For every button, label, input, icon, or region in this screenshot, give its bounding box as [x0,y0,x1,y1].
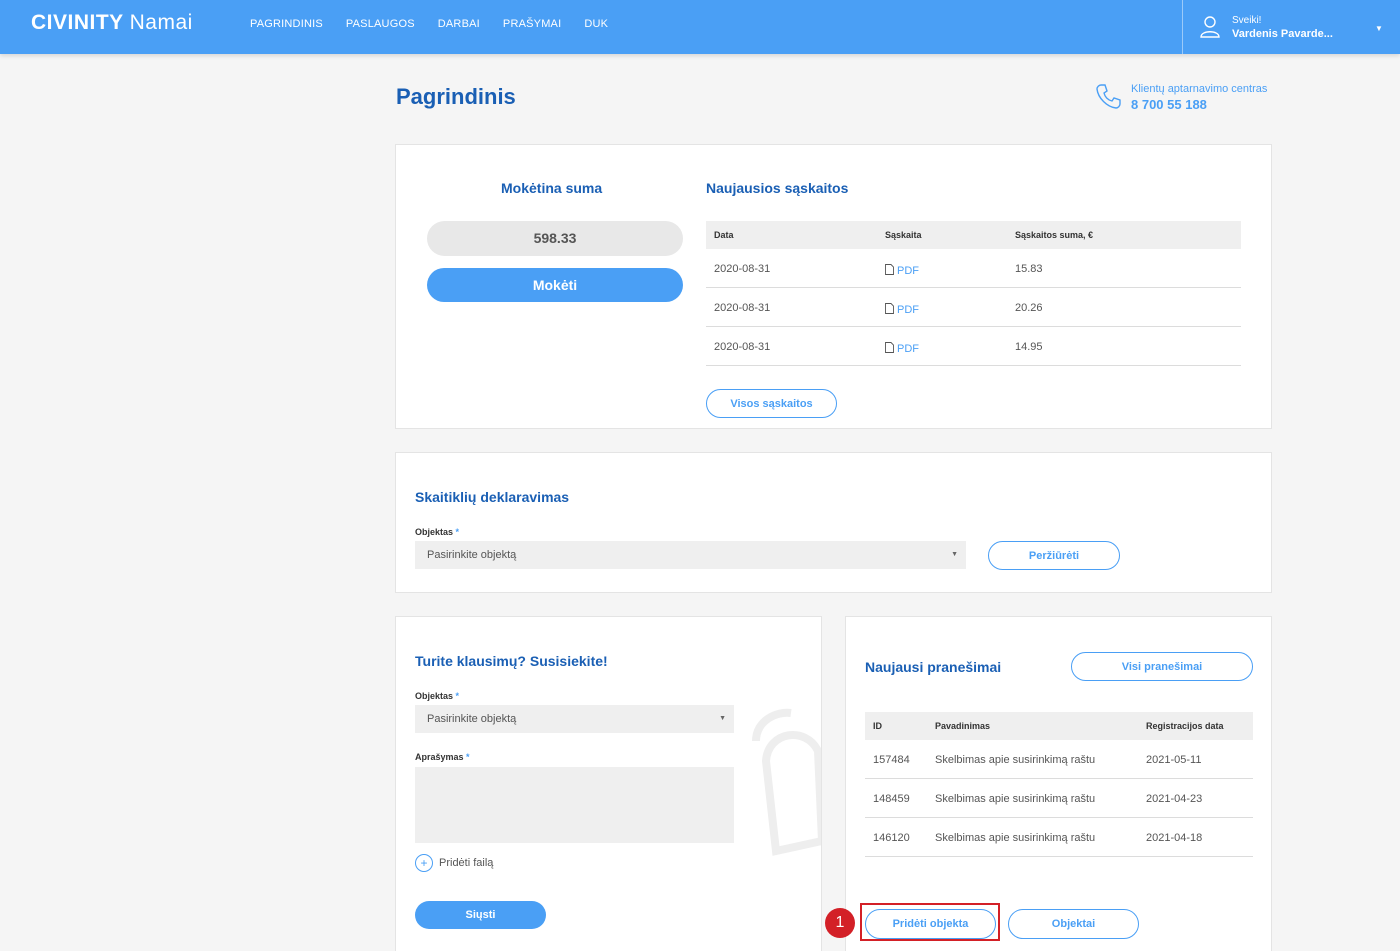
description-label: Aprašymas * [415,752,470,762]
pdf-link[interactable]: PDF [885,342,919,355]
messages-table-header: ID Pavadinimas Registracijos data [865,712,1253,740]
add-file-button[interactable]: + Pridėti failą [415,854,493,872]
logo-suffix: Namai [129,11,193,34]
messages-table: ID Pavadinimas Registracijos data 157484… [865,712,1253,857]
chevron-down-icon: ▼ [719,715,726,722]
nav-item-darbai[interactable]: DARBAI [438,18,480,30]
highlight-box [860,903,1000,941]
message-id: 148459 [873,793,910,805]
view-button[interactable]: Peržiūrėti [988,541,1120,570]
pdf-label: PDF [897,265,919,277]
column-header: Sąskaitos suma, € [1015,230,1094,240]
all-messages-button[interactable]: Visi pranešimai [1071,652,1253,681]
send-button[interactable]: Siųsti [415,901,546,929]
invoices-table-header: Data Sąskaita Sąskaitos suma, € [706,221,1241,249]
object-select[interactable]: Pasirinkite objektą ▼ [415,705,734,733]
pdf-file-icon [885,264,894,275]
nav-item-duk[interactable]: DUK [584,18,608,30]
select-value: Pasirinkite objektą [427,713,517,725]
chevron-down-icon: ▼ [951,551,958,558]
contact-form-title: Turite klausimų? Susisiekite! [415,653,608,669]
top-navigation-bar: CIVINITY Namai PAGRINDINIS PASLAUGOS DAR… [0,0,1400,54]
user-menu[interactable]: Sveiki! Vardenis Pavarde... ▼ [1182,0,1400,54]
object-label: Objektas * [415,527,460,537]
message-id: 157484 [873,754,910,766]
payment-invoices-card: Mokėtina suma 598.33 Mokėti Naujausios s… [395,144,1272,429]
logo-main: CIVINITY [31,11,124,34]
message-date: 2021-05-11 [1146,754,1202,766]
object-select[interactable]: Pasirinkite objektą ▼ [415,541,966,569]
pay-button[interactable]: Mokėti [427,268,683,302]
pdf-link[interactable]: PDF [885,264,919,277]
table-row: 2020-08-31 PDF 14.95 [706,327,1241,366]
pdf-file-icon [885,303,894,314]
invoice-amount: 20.26 [1015,302,1043,314]
pdf-file-icon [885,342,894,353]
contact-form-card: Turite klausimų? Susisiekite! Objektas *… [395,616,822,951]
contact-phone[interactable]: 8 700 55 188 [1131,97,1207,112]
message-date: 2021-04-18 [1146,832,1203,844]
nav-item-paslaugos[interactable]: PASLAUGOS [346,18,415,30]
column-header: Sąskaita [885,230,922,240]
meters-title: Skaitiklių deklaravimas [415,489,570,505]
table-row: 2020-08-31 PDF 20.26 [706,288,1241,327]
messages-card: Naujausi pranešimai Visi pranešimai ID P… [845,616,1272,951]
logo[interactable]: CIVINITY Namai [31,11,193,35]
table-row[interactable]: 146120 Skelbimas apie susirinkimą raštu … [865,818,1253,857]
messages-title: Naujausi pranešimai [865,659,1002,675]
bell-icon [752,708,821,856]
select-value: Pasirinkite objektą [427,549,517,561]
invoices-table: Data Sąskaita Sąskaitos suma, € 2020-08-… [706,221,1241,366]
objects-button[interactable]: Objektai [1008,909,1139,939]
meter-declaration-card: Skaitiklių deklaravimas Objektas * Pasir… [395,452,1272,593]
main-nav: PAGRINDINIS PASLAUGOS DARBAI PRAŠYMAI DU… [250,18,631,30]
amount-due: 598.33 [427,221,683,256]
invoice-date: 2020-08-31 [714,263,771,275]
invoice-amount: 15.83 [1015,263,1043,275]
invoices-title: Naujausios sąskaitos [706,180,849,196]
user-icon [1200,16,1220,38]
invoice-amount: 14.95 [1015,341,1043,353]
table-row: 2020-08-31 PDF 15.83 [706,249,1241,288]
column-header: Registracijos data [1146,721,1224,731]
add-file-label: Pridėti failą [439,856,494,869]
table-row[interactable]: 157484 Skelbimas apie susirinkimą raštu … [865,740,1253,779]
user-name: Vardenis Pavarde... [1232,28,1333,40]
user-greeting: Sveiki! [1232,15,1262,26]
all-invoices-button[interactable]: Visos sąskaitos [706,389,837,418]
message-name: Skelbimas apie susirinkimą raštu [935,754,1096,766]
nav-item-prasymai[interactable]: PRAŠYMAI [503,18,561,30]
pdf-label: PDF [897,304,919,316]
plus-icon: + [415,854,433,872]
nav-item-pagrindinis[interactable]: PAGRINDINIS [250,18,323,30]
phone-icon [1096,84,1121,109]
column-header: Data [714,230,734,240]
payment-title: Mokėtina suma [501,180,603,196]
chevron-down-icon[interactable]: ▼ [1375,24,1383,33]
table-row[interactable]: 148459 Skelbimas apie susirinkimą raštu … [865,779,1253,818]
pdf-label: PDF [897,343,919,355]
pdf-link[interactable]: PDF [885,303,919,316]
invoice-date: 2020-08-31 [714,302,771,314]
step-badge: 1 [825,908,855,938]
contact-center-label: Klientų aptarnavimo centras [1131,83,1268,95]
object-label: Objektas * [415,691,460,701]
column-header: Pavadinimas [935,721,991,731]
message-name: Skelbimas apie susirinkimą raštu [935,832,1096,844]
column-header: ID [873,721,882,731]
page-title: Pagrindinis [396,84,516,109]
message-name: Skelbimas apie susirinkimą raštu [935,793,1096,805]
message-id: 146120 [873,832,910,844]
invoice-date: 2020-08-31 [714,341,771,353]
description-textarea[interactable] [415,767,734,843]
message-date: 2021-04-23 [1146,793,1203,805]
